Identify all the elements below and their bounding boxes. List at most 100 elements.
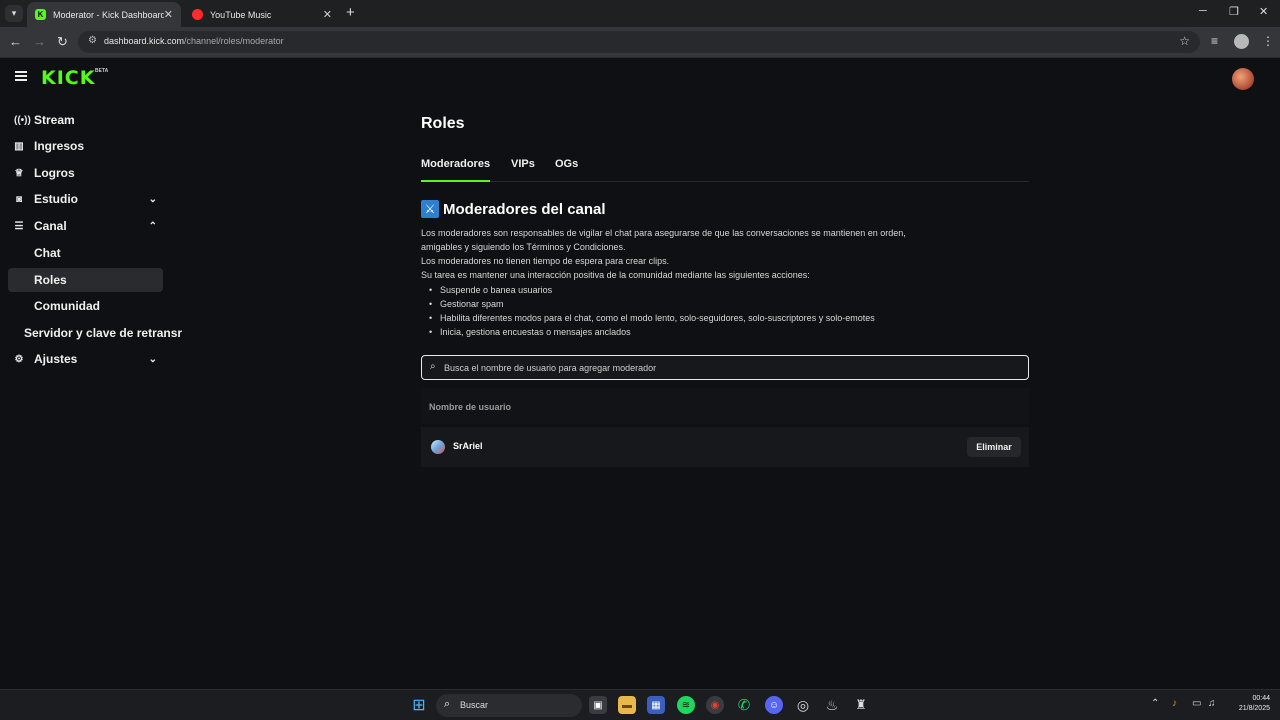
browser-chrome: ▾ K Moderator - Kick Dashboard ✕ YouTube… bbox=[0, 0, 1280, 58]
close-window-icon[interactable]: ✕ bbox=[1259, 5, 1268, 18]
list-item: Inicia, gestiona encuestas o mensajes an… bbox=[421, 325, 1021, 339]
search-icon: ⌕ bbox=[444, 698, 451, 710]
sidebar-item-label: Ajustes bbox=[34, 352, 78, 366]
remove-moderator-button[interactable]: Eliminar bbox=[967, 437, 1021, 457]
user-avatar[interactable] bbox=[1232, 68, 1254, 90]
taskbar-search[interactable]: ⌕ Buscar bbox=[436, 694, 582, 717]
close-tab-icon[interactable]: ✕ bbox=[164, 8, 173, 21]
omnibox[interactable]: ⚙ dashboard.kick.com/channel/roles/moder… bbox=[78, 31, 1200, 53]
list-item: Suspende o banea usuarios bbox=[421, 283, 1021, 297]
section-title: Moderadores del canal bbox=[443, 200, 606, 218]
clock-time: 00:44 bbox=[1252, 695, 1270, 702]
sidebar-item-label: Ingresos bbox=[34, 139, 85, 153]
youtube-music-favicon-icon bbox=[192, 9, 203, 20]
volume-icon[interactable]: ♫ bbox=[1208, 698, 1216, 709]
url-text: dashboard.kick.com/channel/roles/moderat… bbox=[104, 36, 284, 46]
sidebar-item-servidor[interactable]: Servidor y clave de retransr bbox=[8, 321, 182, 345]
roles-tabs: Moderadores VIPs OGs bbox=[421, 158, 1029, 182]
app-header: KICK BETA bbox=[0, 58, 1280, 100]
app-icon[interactable]: ♜ bbox=[852, 696, 870, 714]
search-icon: ⌕ bbox=[430, 361, 436, 372]
hamburger-menu-icon[interactable] bbox=[15, 71, 27, 81]
steam-icon[interactable]: ♨ bbox=[823, 696, 841, 714]
discord-icon[interactable]: ☺ bbox=[765, 696, 783, 714]
moderator-search[interactable]: ⌕ bbox=[421, 355, 1029, 380]
address-bar-row: ← → ↻ ⚙ dashboard.kick.com/channel/roles… bbox=[0, 27, 1280, 58]
whatsapp-icon[interactable]: ✆ bbox=[735, 696, 753, 714]
channel-icon: ☰ bbox=[14, 220, 24, 232]
sidebar-item-ingresos[interactable]: ▥ Ingresos bbox=[8, 134, 163, 158]
task-view-icon[interactable]: ▣ bbox=[589, 696, 607, 714]
beta-badge: BETA bbox=[95, 68, 109, 74]
chrome-icon[interactable]: ◉ bbox=[706, 696, 724, 714]
chevron-up-icon: ⌃ bbox=[148, 220, 157, 232]
chrome-menu-icon[interactable]: ⋮ bbox=[1262, 34, 1274, 48]
search-input[interactable] bbox=[444, 359, 1014, 376]
table-header: Nombre de usuario bbox=[421, 388, 1029, 424]
network-icon[interactable]: ▭ bbox=[1192, 698, 1201, 709]
system-clock[interactable]: 00:44 21/8/2025 bbox=[1226, 694, 1270, 714]
sidebar-item-logros[interactable]: ♕ Logros bbox=[8, 161, 163, 185]
kick-favicon-icon: K bbox=[35, 9, 46, 20]
description-line: Los moderadores son responsables de vigi… bbox=[421, 228, 906, 238]
os-taskbar: ⊞ ⌕ Buscar ▣ ▬ ▦ ≋ ◉ ✆ ☺ ◎ ♨ ♜ ⌃ ♪ ▭ ♫ 0… bbox=[0, 689, 1280, 720]
sidebar-item-label: Canal bbox=[34, 219, 67, 233]
browser-tab-youtube-music[interactable]: YouTube Music ✕ bbox=[184, 2, 340, 27]
description-line: amigables y siguiendo los Términos y Con… bbox=[421, 242, 626, 252]
studio-icon: ◙ bbox=[15, 193, 23, 205]
tab-title: YouTube Music bbox=[210, 9, 272, 20]
reload-icon[interactable]: ↻ bbox=[57, 34, 68, 50]
sidebar-item-label: Comunidad bbox=[34, 299, 100, 313]
chevron-down-icon: ⌄ bbox=[148, 193, 157, 205]
new-tab-icon[interactable]: + bbox=[346, 4, 355, 21]
tab-moderadores[interactable]: Moderadores bbox=[421, 158, 490, 182]
table-row: SrAriel Eliminar bbox=[421, 427, 1029, 467]
sidebar-item-canal[interactable]: ☰ Canal ⌃ bbox=[8, 214, 163, 238]
browser-profile-icon[interactable] bbox=[1234, 34, 1249, 49]
page-title: Roles bbox=[421, 115, 465, 132]
close-tab-icon[interactable]: ✕ bbox=[323, 8, 332, 21]
app-icon[interactable]: ◎ bbox=[794, 696, 812, 714]
sidebar-item-roles[interactable]: Roles bbox=[8, 268, 163, 292]
media-controls-icon[interactable]: ≡ bbox=[1211, 34, 1218, 48]
forward-icon[interactable]: → bbox=[33, 34, 46, 49]
tray-overflow-icon[interactable]: ⌃ bbox=[1151, 698, 1159, 709]
spotify-icon[interactable]: ≋ bbox=[677, 696, 695, 714]
browser-tab-kick[interactable]: K Moderator - Kick Dashboard ✕ bbox=[27, 2, 181, 27]
sidebar-item-stream[interactable]: ((•)) Stream bbox=[8, 108, 163, 132]
bookmark-star-icon[interactable]: ☆ bbox=[1179, 34, 1190, 48]
tab-title: Moderator - Kick Dashboard bbox=[53, 9, 164, 20]
sidebar-item-chat[interactable]: Chat bbox=[8, 241, 163, 265]
url-host: dashboard.kick.com bbox=[104, 36, 185, 46]
file-explorer-icon[interactable]: ▬ bbox=[618, 696, 636, 714]
user-badge-icon bbox=[431, 440, 445, 454]
windows-start-icon[interactable]: ⊞ bbox=[410, 696, 428, 714]
sidebar-item-ajustes[interactable]: ⚙ Ajustes ⌄ bbox=[8, 347, 163, 371]
chevron-down-icon: ⌄ bbox=[148, 353, 157, 365]
moderator-sword-icon: ⚔ bbox=[421, 200, 439, 218]
restore-icon[interactable]: ❐ bbox=[1229, 5, 1239, 18]
sidebar-item-estudio[interactable]: ◙ Estudio ⌄ bbox=[8, 187, 163, 211]
section-header: ⚔ Moderadores del canal bbox=[421, 199, 606, 219]
username[interactable]: SrAriel bbox=[453, 441, 483, 451]
kick-logo[interactable]: KICK bbox=[41, 67, 95, 89]
tab-search-icon[interactable]: ▾ bbox=[5, 5, 23, 22]
microphone-icon[interactable]: ♪ bbox=[1172, 698, 1177, 709]
sidebar-item-label: Chat bbox=[34, 246, 61, 260]
sidebar-item-label: Roles bbox=[34, 273, 67, 287]
description-line: Su tarea es mantener una interacción pos… bbox=[421, 270, 810, 280]
column-header-username: Nombre de usuario bbox=[429, 402, 512, 412]
tab-ogs[interactable]: OGs bbox=[555, 158, 578, 182]
sidebar-item-comunidad[interactable]: Comunidad bbox=[8, 294, 163, 318]
back-icon[interactable]: ← bbox=[9, 34, 22, 49]
tab-vips[interactable]: VIPs bbox=[511, 158, 535, 182]
list-item: Gestionar spam bbox=[421, 297, 1021, 311]
description-line: Los moderadores no tienen tiempo de espe… bbox=[421, 256, 670, 266]
minimize-icon[interactable]: ─ bbox=[1199, 5, 1207, 17]
moderator-actions-list: Suspende o banea usuarios Gestionar spam… bbox=[421, 283, 1021, 339]
tab-strip: ▾ K Moderator - Kick Dashboard ✕ YouTube… bbox=[0, 0, 1280, 27]
site-info-icon[interactable]: ⚙ bbox=[88, 35, 97, 46]
gear-icon: ⚙ bbox=[14, 353, 24, 365]
list-item: Habilita diferentes modos para el chat, … bbox=[421, 311, 1021, 325]
store-icon[interactable]: ▦ bbox=[647, 696, 665, 714]
